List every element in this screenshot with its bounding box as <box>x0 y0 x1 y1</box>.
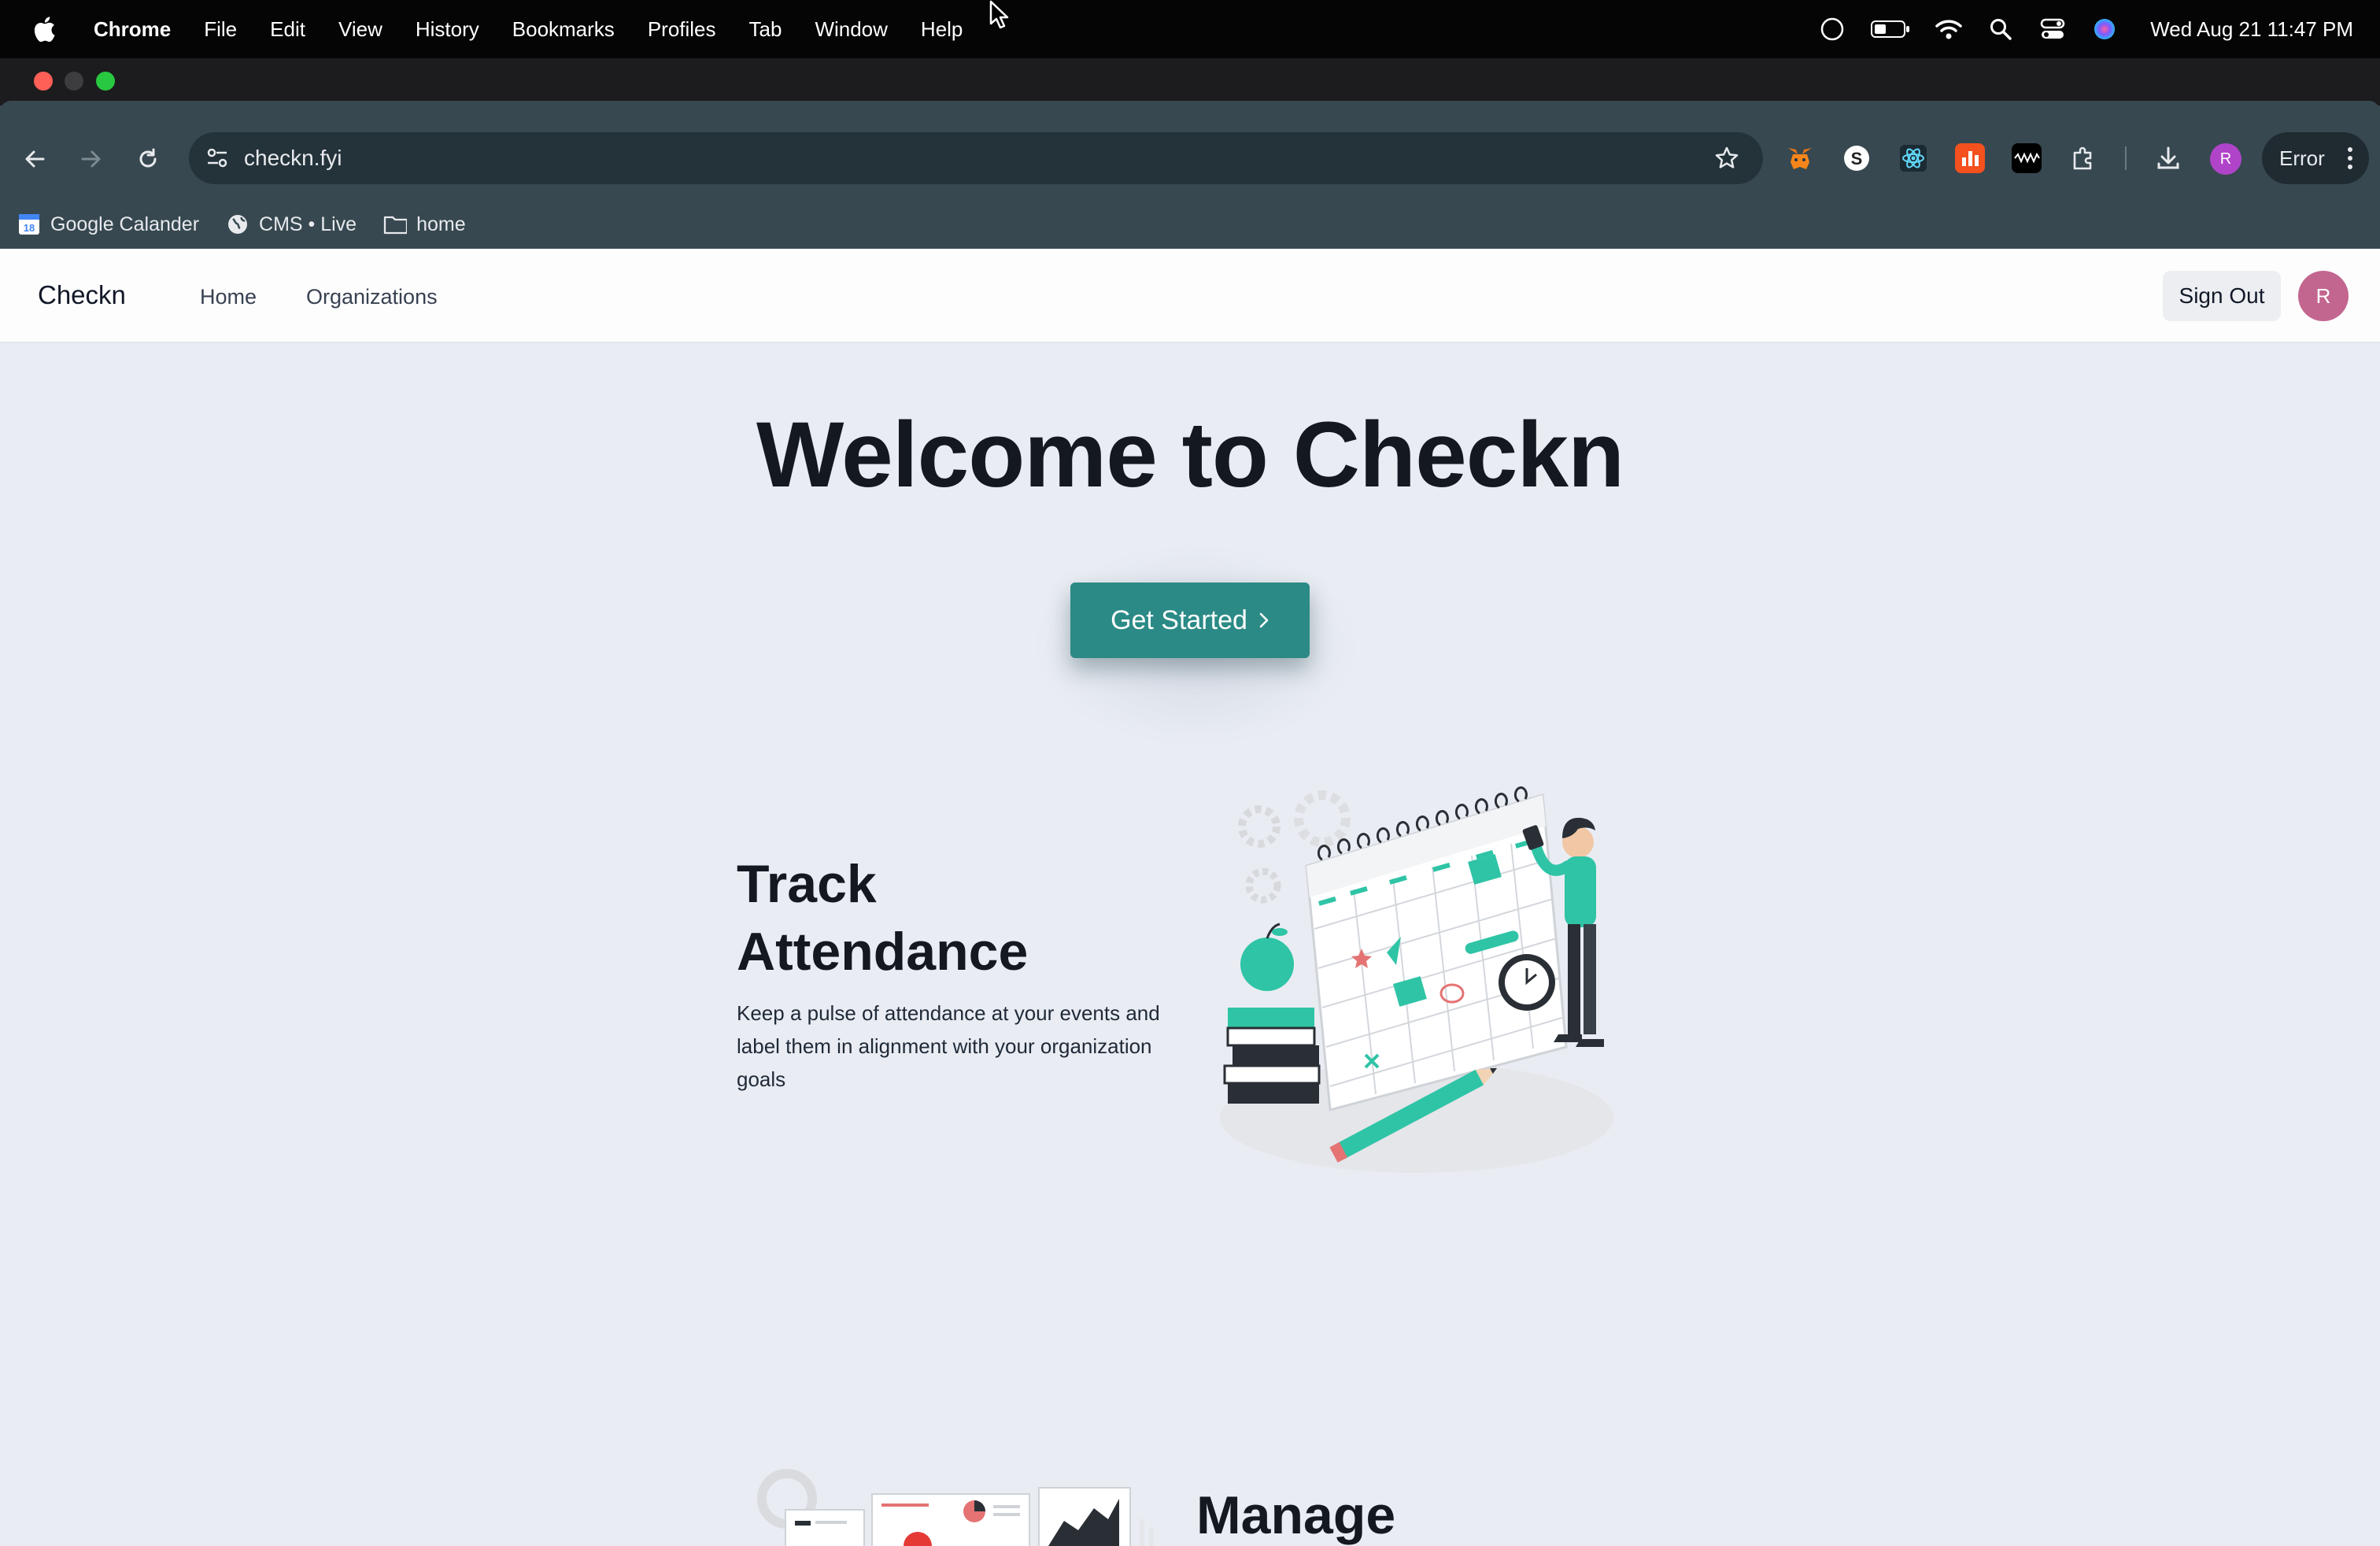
site-brand-logo[interactable]: Checkn <box>38 280 126 310</box>
chevron-right-icon <box>1258 605 1269 636</box>
feature-title: Track Attendance <box>737 850 1146 986</box>
forward-icon[interactable] <box>74 142 109 176</box>
menu-app-name[interactable]: Chrome <box>77 17 187 42</box>
nav-link-organizations[interactable]: Organizations <box>306 285 438 309</box>
site-info-icon[interactable] <box>203 144 231 172</box>
calendar-icon: 18 <box>17 213 41 236</box>
menubar-clock[interactable]: Wed Aug 21 11:47 PM <box>2150 17 2353 42</box>
svg-text:18: 18 <box>24 222 35 234</box>
get-started-label: Get Started <box>1111 605 1247 635</box>
wifi-icon[interactable] <box>1935 15 1963 43</box>
browser-error-button[interactable]: Error <box>2262 132 2369 184</box>
orange-chart-extension-icon[interactable] <box>1955 143 1985 173</box>
svg-text:S: S <box>1851 149 1863 168</box>
chrome-menu-icon[interactable] <box>2347 146 2353 176</box>
bookmark-google-calendar[interactable]: 18 Google Calander <box>17 213 199 236</box>
menu-profiles[interactable]: Profiles <box>631 17 733 42</box>
globe-icon <box>226 213 249 236</box>
siri-icon[interactable] <box>2090 15 2119 43</box>
browser-profile-avatar[interactable]: R <box>2210 143 2241 175</box>
sign-out-button[interactable]: Sign Out <box>2163 271 2281 321</box>
battery-icon[interactable] <box>1870 15 1911 43</box>
metamask-icon[interactable] <box>1785 143 1815 173</box>
menu-help[interactable]: Help <box>904 17 979 42</box>
bookmarks-bar: 18 Google Calander CMS • Live home <box>0 200 2380 249</box>
folder-icon <box>383 213 408 236</box>
menu-window[interactable]: Window <box>798 17 904 42</box>
focus-icon[interactable] <box>1818 15 1846 43</box>
error-label: Error <box>2279 146 2325 170</box>
toolbar-divider <box>2125 146 2127 170</box>
manage-section-title: Manage <box>1196 1485 1396 1545</box>
bookmark-cms-live[interactable]: CMS • Live <box>226 213 357 236</box>
get-started-button[interactable]: Get Started <box>1070 583 1310 658</box>
s-extension-icon[interactable]: S <box>1842 143 1872 173</box>
spotlight-icon[interactable] <box>1986 15 2015 43</box>
attendance-illustration <box>1204 771 1645 1181</box>
browser-tab-strip <box>0 58 2380 105</box>
window-maximize-button[interactable] <box>96 72 115 91</box>
bookmark-label: CMS • Live <box>259 213 357 235</box>
menu-tab[interactable]: Tab <box>733 17 799 42</box>
window-minimize-button[interactable] <box>65 72 83 91</box>
manage-illustration <box>756 1464 1165 1546</box>
nav-link-home[interactable]: Home <box>200 285 257 309</box>
waveform-extension-icon[interactable] <box>2012 143 2042 173</box>
extensions-puzzle-icon[interactable] <box>2068 143 2098 173</box>
bookmark-star-icon[interactable] <box>1713 144 1741 172</box>
apple-menu-icon[interactable] <box>28 13 60 45</box>
hero-title: Welcome to Checkn <box>756 403 1624 507</box>
bookmark-folder-home[interactable]: home <box>383 213 466 236</box>
menu-edit[interactable]: Edit <box>253 17 322 42</box>
site-navbar: Checkn Home Organizations Sign Out R <box>0 249 2380 343</box>
window-close-button[interactable] <box>34 72 53 91</box>
react-devtools-icon[interactable] <box>1898 143 1928 173</box>
macos-menubar: Chrome File Edit View History Bookmarks … <box>0 0 2380 58</box>
address-bar[interactable]: checkn.fyi <box>189 132 1763 184</box>
bookmark-label: home <box>416 213 466 235</box>
feature-title-line2: Attendance <box>737 922 1029 982</box>
menu-file[interactable]: File <box>187 17 253 42</box>
user-avatar[interactable]: R <box>2298 271 2349 321</box>
url-text[interactable]: checkn.fyi <box>244 146 342 171</box>
feature-description: Keep a pulse of attendance at your event… <box>737 1001 1160 1091</box>
download-icon[interactable] <box>2153 143 2183 173</box>
back-icon[interactable] <box>17 142 52 176</box>
feature-title-line1: Track <box>737 854 877 914</box>
control-center-icon[interactable] <box>2038 15 2067 43</box>
reload-icon[interactable] <box>131 142 165 176</box>
menu-bookmarks[interactable]: Bookmarks <box>496 17 631 42</box>
menu-history[interactable]: History <box>399 17 496 42</box>
mouse-cursor-icon <box>989 0 1012 31</box>
menu-view[interactable]: View <box>322 17 399 42</box>
bookmark-label: Google Calander <box>50 213 200 235</box>
